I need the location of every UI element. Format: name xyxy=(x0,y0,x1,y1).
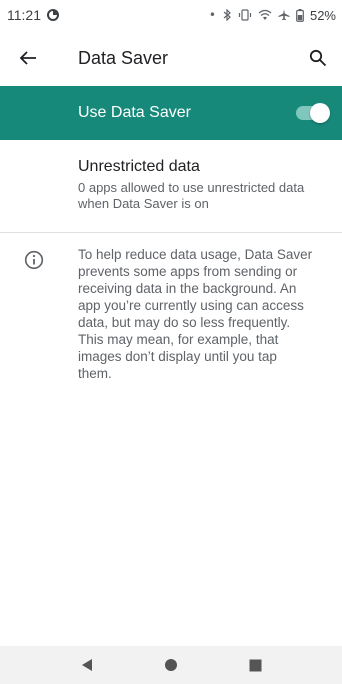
dot-icon: • xyxy=(208,8,216,22)
footer-text: To help reduce data usage, Data Saver pr… xyxy=(78,246,332,382)
status-right: • 52% xyxy=(209,8,336,23)
footer-line: This may mean, for example, that xyxy=(78,332,279,347)
system-nav-bar xyxy=(0,646,342,684)
use-data-saver-switch-bar[interactable]: Use Data Saver xyxy=(0,86,342,140)
nav-recents-button[interactable] xyxy=(213,646,297,684)
toggle-thumb xyxy=(310,103,330,123)
battery-percent: 52% xyxy=(309,7,336,23)
wifi-icon xyxy=(258,9,272,20)
status-bar: 11:21 • 52% xyxy=(0,0,342,30)
data-saver-status-icon xyxy=(47,9,59,21)
battery-icon xyxy=(296,8,304,22)
footer-line: receiving data in the background. An xyxy=(78,281,297,296)
back-triangle-icon xyxy=(82,659,92,671)
recents-square-icon xyxy=(249,659,261,671)
footer-line: them. xyxy=(78,366,112,381)
footer-line: data, but may do so less frequently. xyxy=(78,315,291,330)
search-button[interactable] xyxy=(294,30,342,86)
nav-home-button[interactable] xyxy=(129,646,213,684)
divider xyxy=(0,232,342,233)
footer-line: prevents some apps from sending or xyxy=(78,264,298,279)
page-title: Data Saver xyxy=(78,47,169,68)
app-bar: Data Saver xyxy=(0,30,342,86)
status-left: 11:21 xyxy=(7,7,59,23)
search-icon xyxy=(309,49,327,67)
use-data-saver-toggle[interactable] xyxy=(294,103,330,123)
unrestricted-data-title: Unrestricted data xyxy=(78,158,200,175)
back-button[interactable] xyxy=(0,30,56,86)
footer-line: app you’re currently using can access xyxy=(78,298,304,313)
nav-back-button[interactable] xyxy=(45,646,129,684)
vibrate-icon xyxy=(238,9,252,21)
airplane-icon xyxy=(278,9,290,21)
unrestricted-data-preference[interactable]: Unrestricted data 0 apps allowed to use … xyxy=(0,140,342,232)
data-saver-footer: To help reduce data usage, Data Saver pr… xyxy=(0,246,342,382)
info-icon xyxy=(24,250,44,270)
unrestricted-data-summary: 0 apps allowed to use unrestricted data … xyxy=(78,180,305,211)
use-data-saver-label: Use Data Saver xyxy=(78,104,191,121)
arrow-back-icon xyxy=(19,51,36,65)
bluetooth-icon xyxy=(223,9,231,21)
footer-line: images don’t display until you tap xyxy=(78,349,277,364)
home-circle-icon xyxy=(165,659,177,671)
status-time: 11:21 xyxy=(7,7,41,23)
footer-line: To help reduce data usage, Data Saver xyxy=(78,247,313,262)
